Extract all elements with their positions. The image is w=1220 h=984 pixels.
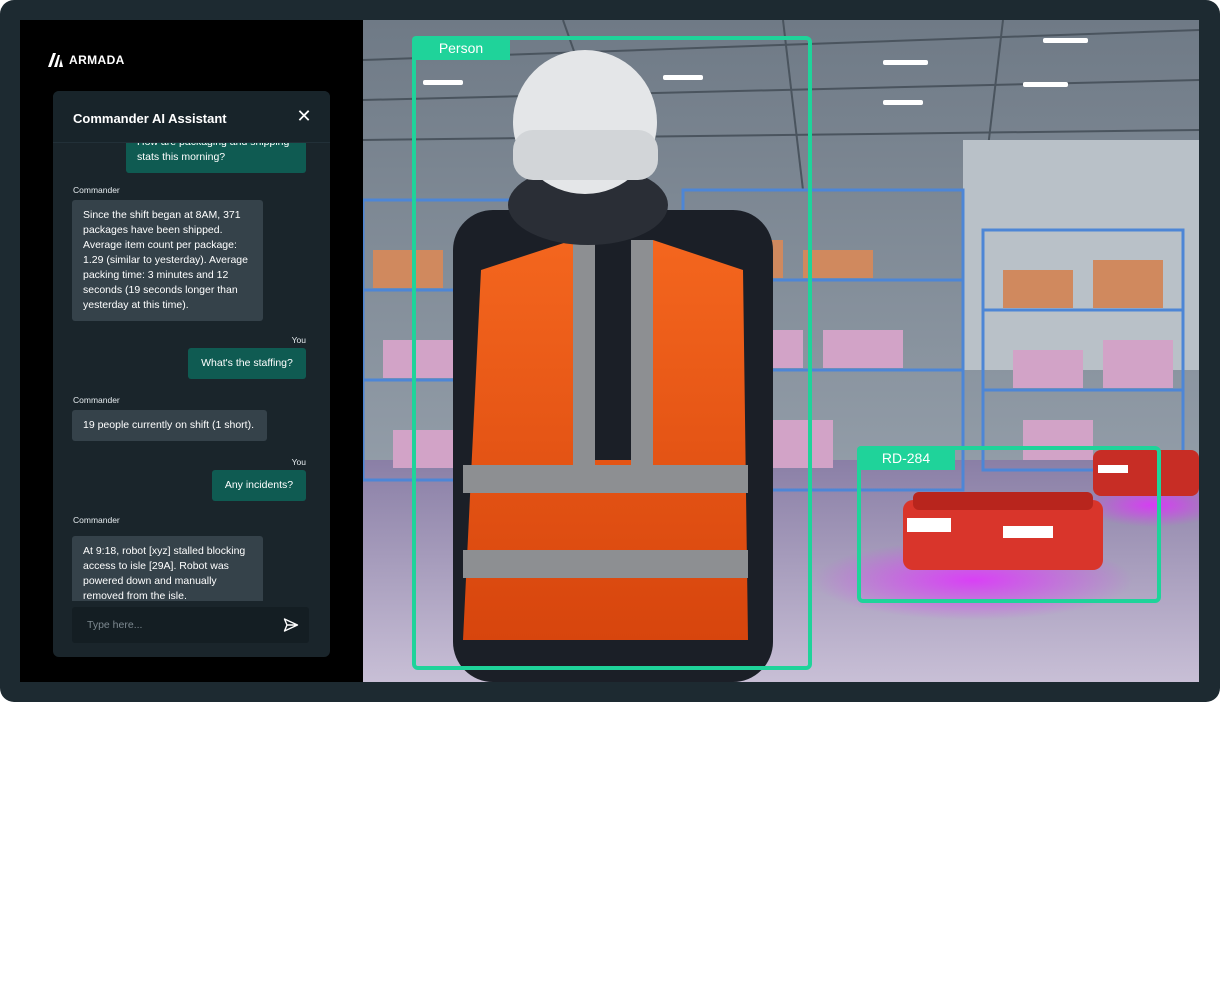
- message-composer: [72, 607, 309, 643]
- robot-detection-label: RD-284: [857, 446, 955, 470]
- chat-panel: Commander AI Assistant ✕ How are packagi…: [53, 91, 330, 657]
- message-bubble-you: What's the staffing?: [188, 348, 306, 379]
- message-sender-you: You: [291, 335, 306, 345]
- message-bubble-you: How are packaging and shipping stats thi…: [126, 143, 306, 173]
- person-bounding-box[interactable]: [412, 36, 812, 670]
- sidebar: ARMADA Commander AI Assistant ✕ How are …: [20, 20, 363, 682]
- brand-logo: ARMADA: [47, 53, 125, 67]
- person-detection-label: Person: [412, 36, 510, 60]
- send-icon[interactable]: [283, 617, 299, 633]
- camera-feed: Person RD-284: [363, 20, 1199, 682]
- armada-logo-icon: [48, 53, 63, 67]
- message-sender-commander: Commander: [73, 185, 120, 195]
- brand-name: ARMADA: [69, 53, 125, 67]
- message-list[interactable]: How are packaging and shipping stats thi…: [53, 143, 330, 601]
- message-sender-you: You: [291, 457, 306, 467]
- message-input[interactable]: [72, 607, 272, 643]
- message-bubble-you: Any incidents?: [212, 470, 306, 501]
- chat-title: Commander AI Assistant: [73, 111, 227, 126]
- chat-header: Commander AI Assistant ✕: [53, 91, 330, 143]
- message-bubble-commander: Since the shift began at 8AM, 371 packag…: [72, 200, 263, 321]
- message-bubble-commander: 19 people currently on shift (1 short).: [72, 410, 267, 441]
- message-bubble-commander: At 9:18, robot [xyz] stalled blocking ac…: [72, 536, 263, 601]
- close-icon[interactable]: ✕: [294, 106, 314, 126]
- message-sender-commander: Commander: [73, 515, 120, 525]
- app-frame: ARMADA Commander AI Assistant ✕ How are …: [0, 0, 1220, 702]
- message-sender-commander: Commander: [73, 395, 120, 405]
